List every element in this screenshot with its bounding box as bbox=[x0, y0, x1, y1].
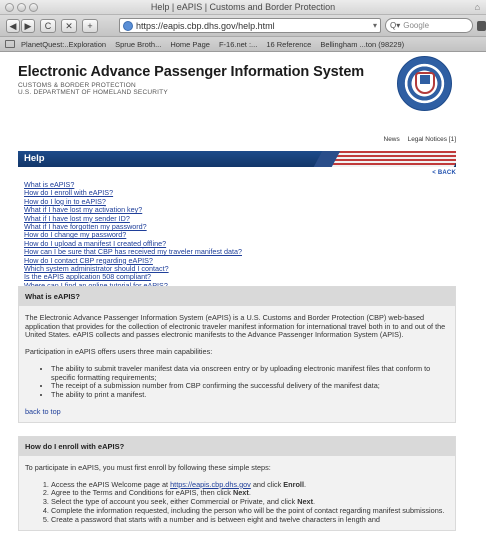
dhs-seal-icon bbox=[397, 56, 452, 111]
back-to-top-link[interactable]: back to top bbox=[25, 407, 449, 417]
agency-name: CUSTOMS & BORDER PROTECTION bbox=[18, 82, 136, 89]
seal-shield-icon bbox=[420, 75, 430, 84]
page-title: Help bbox=[24, 153, 45, 164]
list-item: The ability to submit traveler manifest … bbox=[51, 364, 449, 382]
search-placeholder: Google bbox=[403, 21, 430, 30]
step-emphasis: Next bbox=[297, 497, 314, 507]
site-title: Electronic Advance Passenger Information… bbox=[18, 64, 365, 80]
section-paragraph: Participation in eAPIS offers users thre… bbox=[25, 347, 213, 357]
bookmark-item[interactable]: Bellingham ...ton (98229) bbox=[320, 40, 404, 49]
faq-section-what-is: What is eAPIS? The Electronic Advance Pa… bbox=[18, 286, 456, 424]
section-paragraph: The Electronic Advance Passenger Informa… bbox=[25, 313, 446, 340]
url-text: https://eapis.cbp.dhs.gov/help.html bbox=[136, 20, 275, 31]
section-paragraph: To participate in eAPIS, you must first … bbox=[25, 463, 271, 472]
back-button[interactable]: ◀ bbox=[6, 19, 20, 33]
search-icon: Q▾ bbox=[390, 21, 401, 30]
faq-index: What is eAPIS? How do I enroll with eAPI… bbox=[24, 180, 444, 290]
list-item: Create a password that starts with a num… bbox=[51, 515, 449, 525]
bookmark-item[interactable]: Sprue Broth... bbox=[115, 40, 161, 49]
address-bar[interactable]: https://eapis.cbp.dhs.gov/help.html ▾ bbox=[119, 18, 381, 33]
add-bookmark-button[interactable]: + bbox=[82, 19, 98, 33]
step-text: Select the type of account you seek, eit… bbox=[51, 497, 298, 507]
step-emphasis: Enroll bbox=[283, 479, 304, 489]
window-title: Help | eAPIS | Customs and Border Protec… bbox=[150, 2, 336, 12]
help-banner: Help bbox=[18, 151, 456, 167]
site-icon bbox=[123, 20, 133, 31]
enroll-steps: Access the eAPIS Welcome page at https:/… bbox=[51, 479, 449, 525]
forward-button[interactable]: ▶ bbox=[21, 19, 35, 33]
window-titlebar: Help | eAPIS | Customs and Border Protec… bbox=[0, 0, 486, 15]
search-field[interactable]: Q▾ Google bbox=[385, 18, 473, 33]
bookmarks-book-icon[interactable] bbox=[5, 40, 15, 48]
reload-button[interactable]: C bbox=[40, 19, 56, 33]
stop-icon[interactable]: ✕ bbox=[61, 19, 77, 33]
step-emphasis: Next bbox=[232, 488, 249, 498]
back-link[interactable]: < BACK bbox=[432, 170, 456, 176]
capabilities-list: The ability to submit traveler manifest … bbox=[51, 364, 449, 400]
bookmark-item[interactable]: Home Page bbox=[170, 40, 210, 49]
utility-links: News Legal Notices [1] bbox=[378, 136, 457, 143]
step-text: and click bbox=[250, 479, 284, 489]
welcome-page-link[interactable]: https://eapis.cbp.dhs.gov bbox=[170, 480, 251, 489]
bookmark-item[interactable]: 16 Reference bbox=[266, 40, 311, 49]
news-link[interactable]: News bbox=[384, 136, 400, 143]
step-text: Access the eAPIS Welcome page at bbox=[51, 479, 171, 489]
bookmark-item[interactable]: PlanetQuest:..Exploration bbox=[21, 40, 106, 49]
section-body: To participate in eAPIS, you must first … bbox=[19, 456, 455, 530]
url-dropdown-icon[interactable]: ▾ bbox=[373, 21, 380, 30]
browser-toolbar: ◀ ▶ C ✕ + https://eapis.cbp.dhs.gov/help… bbox=[0, 15, 486, 37]
section-heading: What is eAPIS? bbox=[19, 287, 455, 306]
site-header: Electronic Advance Passenger Information… bbox=[18, 64, 364, 96]
toolbar-toggle-icon[interactable]: ⌂ bbox=[475, 2, 480, 12]
bookmark-item[interactable]: F-16.net :... bbox=[219, 40, 257, 49]
section-heading: How do I enroll with eAPIS? bbox=[19, 437, 455, 456]
list-item: The ability to print a manifest. bbox=[51, 390, 449, 400]
print-icon[interactable] bbox=[477, 21, 486, 31]
legal-notices-link[interactable]: Legal Notices [1] bbox=[408, 136, 456, 143]
flag-stripes-icon bbox=[331, 151, 456, 167]
faq-section-enroll: How do I enroll with eAPIS? To participa… bbox=[18, 436, 456, 532]
step-text: Agree to the Terms and Conditions for eA… bbox=[51, 488, 233, 498]
section-body: The Electronic Advance Passenger Informa… bbox=[19, 306, 455, 422]
department-name: U.S. DEPARTMENT OF HOMELAND SECURITY bbox=[18, 89, 168, 96]
page-content: Electronic Advance Passenger Information… bbox=[0, 52, 486, 542]
bookmarks-bar: PlanetQuest:..Exploration Sprue Broth...… bbox=[0, 37, 486, 52]
